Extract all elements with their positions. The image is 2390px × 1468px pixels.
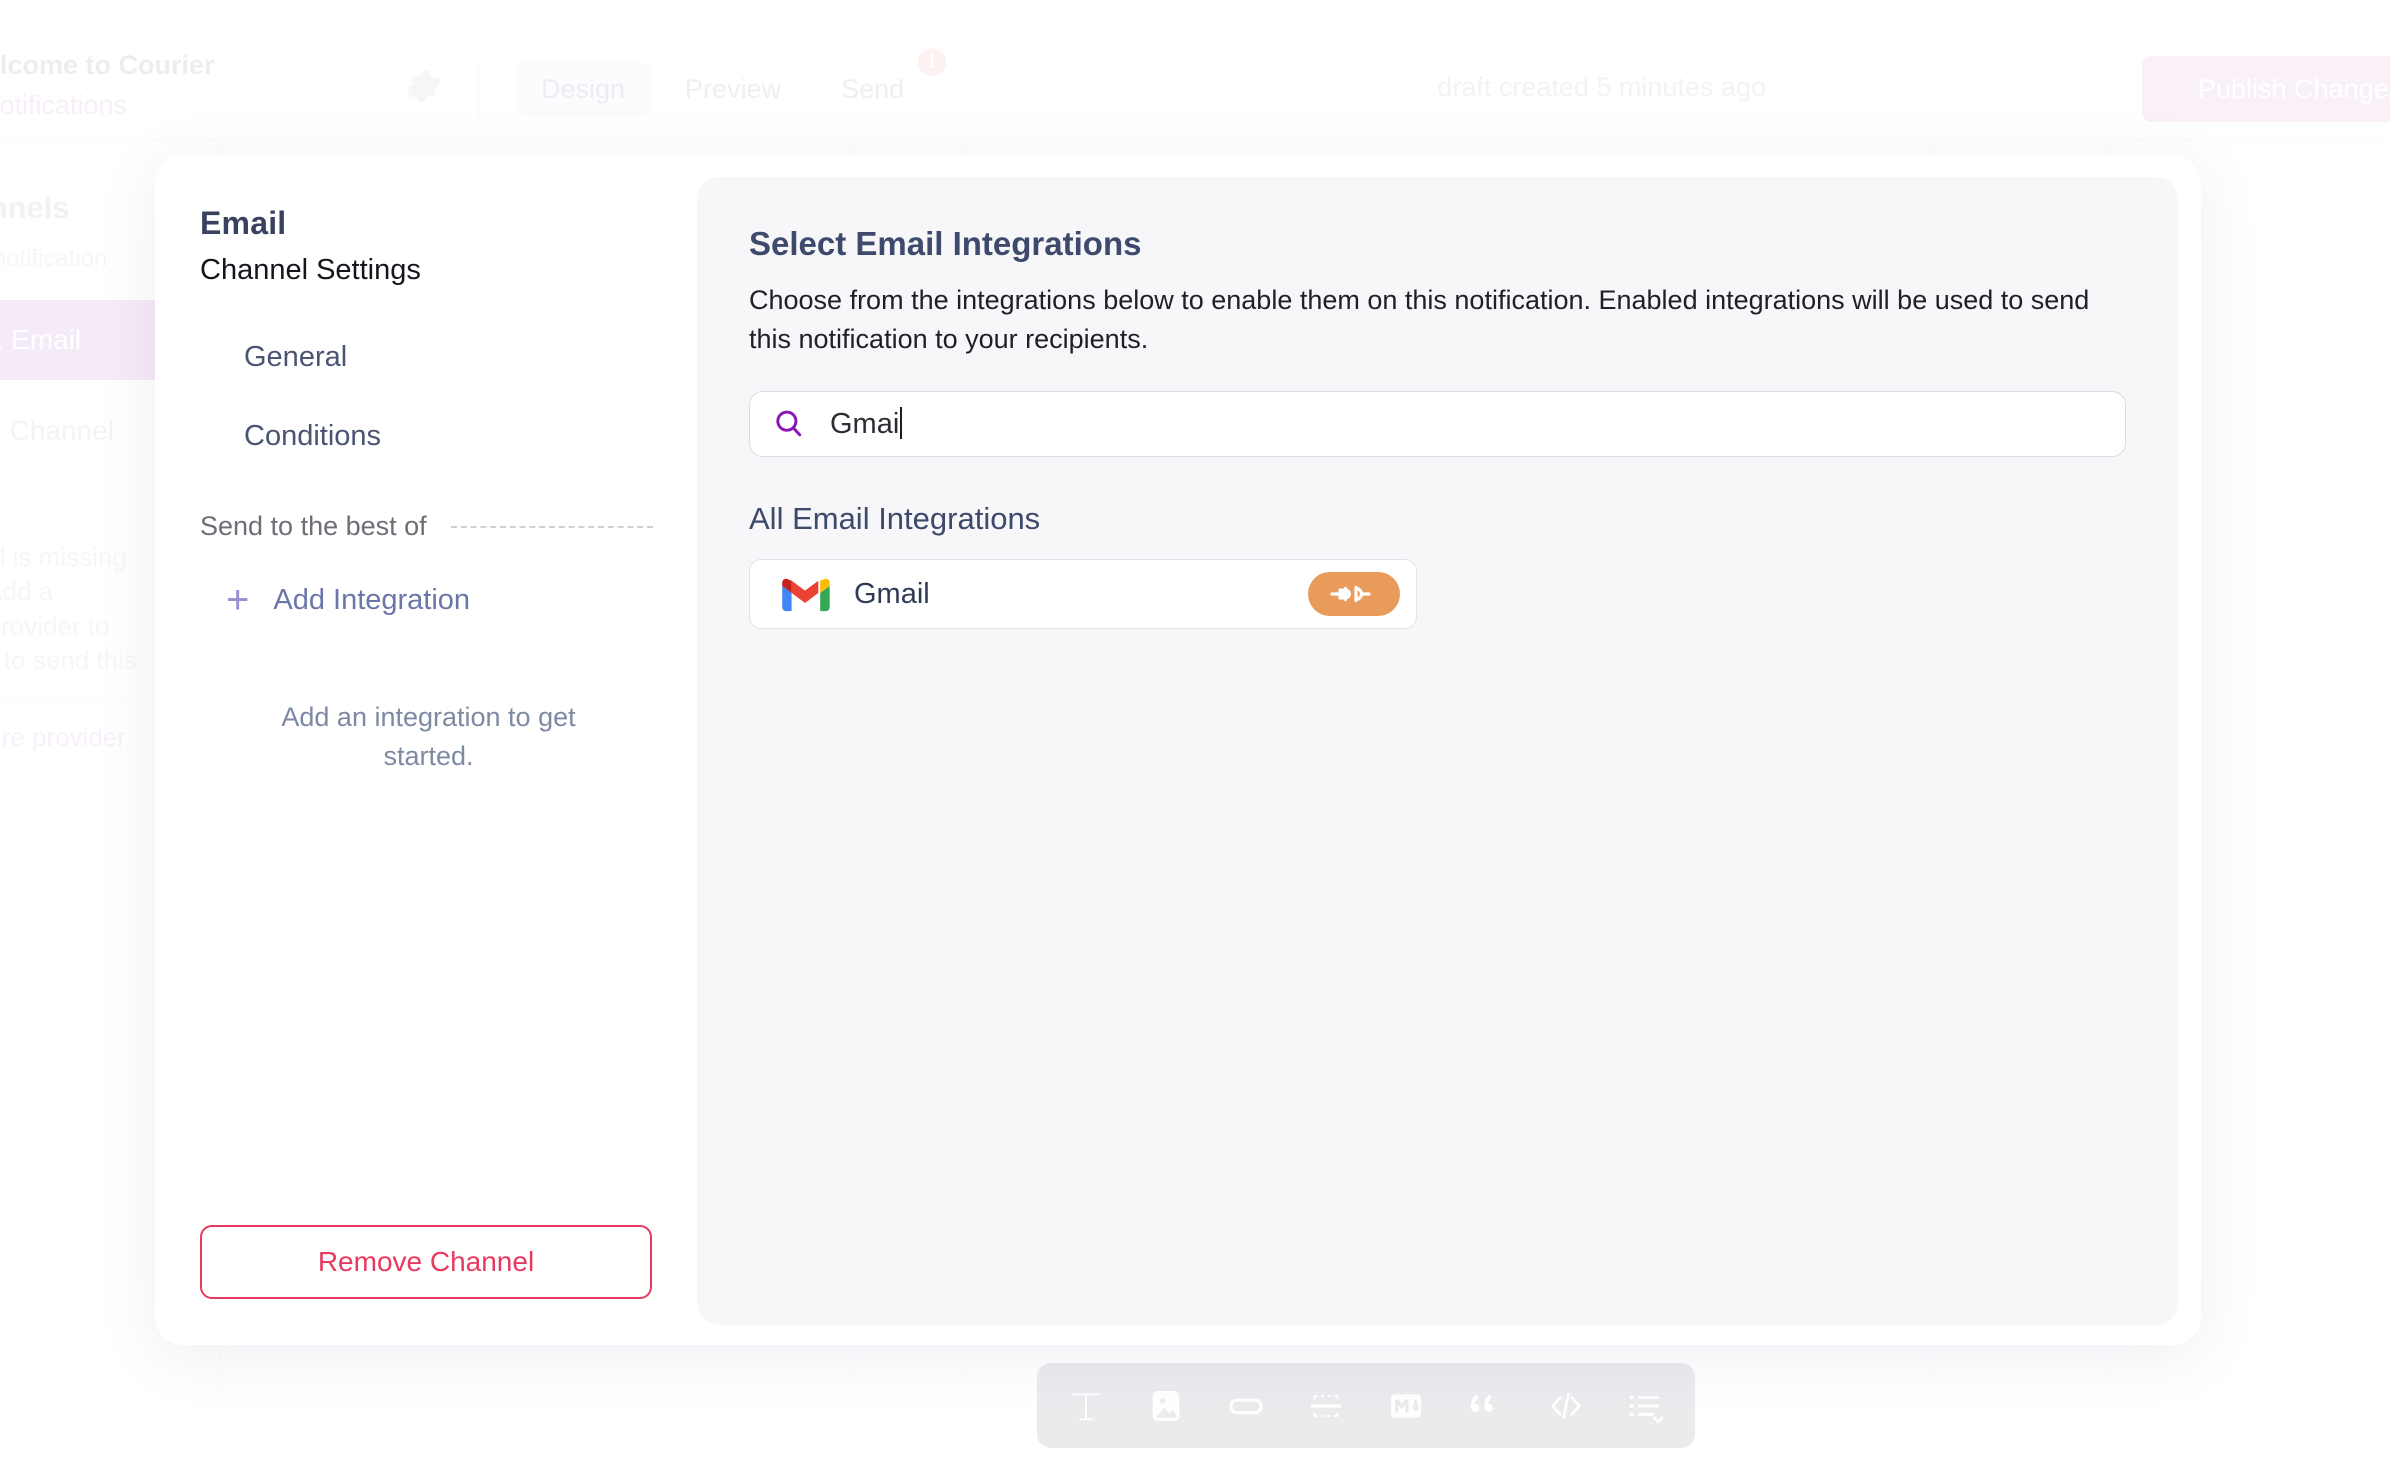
modal-channel-subtitle: Channel Settings	[200, 254, 657, 287]
modal-left-panel: Email Channel Settings General Condition…	[155, 155, 697, 1345]
search-value: Gmai	[830, 407, 902, 441]
integration-search-input[interactable]: Gmai	[749, 391, 2126, 457]
nav-item-conditions[interactable]: Conditions	[200, 408, 657, 465]
channel-settings-modal: Email Channel Settings General Condition…	[155, 155, 2201, 1345]
integration-name: Gmail	[854, 578, 930, 611]
all-integrations-heading: All Email Integrations	[749, 501, 2126, 537]
remove-channel-button[interactable]: Remove Channel	[200, 1225, 652, 1299]
list-item[interactable]: Gmail	[749, 559, 1417, 629]
send-to-best-of-label: Send to the best of	[200, 511, 427, 542]
dashed-divider	[451, 526, 653, 528]
send-to-best-of-row: Send to the best of	[200, 511, 657, 542]
select-integrations-description: Choose from the integrations below to en…	[749, 281, 2109, 359]
modal-settings-nav: General Conditions	[200, 329, 657, 465]
select-integrations-title: Select Email Integrations	[749, 225, 2126, 263]
plug-disconnected-icon[interactable]	[1308, 572, 1400, 616]
add-integration-button[interactable]: + Add Integration	[200, 580, 657, 620]
search-icon	[772, 407, 806, 441]
integration-list: Gmail	[749, 559, 2126, 629]
add-integration-label: Add Integration	[273, 584, 470, 617]
text-caret	[900, 407, 902, 439]
plus-icon: +	[226, 580, 249, 620]
modal-channel-title: Email	[200, 205, 657, 242]
nav-item-general[interactable]: General	[200, 329, 657, 386]
search-text: Gmai	[830, 408, 899, 440]
integration-empty-state: Add an integration to get started.	[200, 698, 657, 776]
modal-right-panel: Select Email Integrations Choose from th…	[697, 177, 2178, 1325]
gmail-logo-icon	[780, 574, 830, 614]
